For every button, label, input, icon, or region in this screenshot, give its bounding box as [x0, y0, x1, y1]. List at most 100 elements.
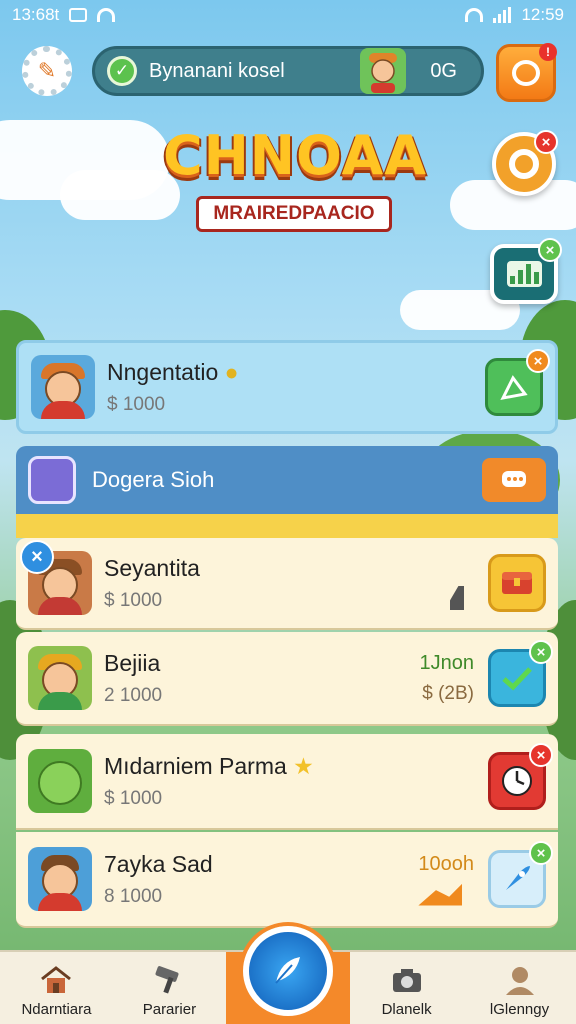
clan-flag-icon: [28, 456, 76, 504]
item-name: 7ayka Sad: [104, 850, 213, 877]
card-amount: $ 1000: [107, 393, 166, 415]
wifi-icon: [97, 8, 116, 22]
divider-strip: [16, 514, 558, 538]
item-meta: 10ooh: [418, 853, 474, 906]
clock-icon: [502, 766, 532, 796]
clan-chat-button[interactable]: [482, 458, 546, 502]
close-badge-icon[interactable]: ×: [529, 743, 553, 767]
map-action-button[interactable]: ×: [485, 349, 550, 416]
check-icon: ✓: [107, 56, 137, 86]
featured-player-card[interactable]: Nngentatio ● $ 1000 ×: [16, 340, 558, 434]
status-bar: 13:68t 12:59: [0, 0, 576, 30]
nav-build[interactable]: Pararier: [113, 952, 226, 1024]
shirt-icon: [38, 893, 82, 911]
card-text: 7ayka Sad 8 1000: [104, 851, 418, 908]
avatar: [28, 847, 92, 911]
nav-camera[interactable]: Dlanelk: [350, 952, 463, 1024]
shirt-icon: [38, 692, 82, 710]
map-icon: [500, 375, 528, 401]
chat-bubble-icon: [502, 471, 526, 487]
avatar-face-icon: [369, 53, 398, 93]
nav-label: Dlanelk: [381, 1001, 432, 1018]
ring-icon: [509, 149, 539, 179]
item-amount: $ 1000: [104, 589, 163, 611]
card-text: Nngentatio ● $ 1000: [107, 359, 485, 416]
shirt-icon: [38, 597, 82, 615]
list-item[interactable]: Mıdarniem Parma ★ $ 1000 ×: [16, 734, 558, 830]
stats-button[interactable]: ×: [490, 238, 562, 304]
close-badge-icon[interactable]: ×: [526, 349, 550, 373]
feather-icon: [275, 957, 300, 984]
remove-badge-icon[interactable]: ×: [20, 540, 54, 574]
nav-label: Ndarntiara: [21, 1001, 92, 1018]
play-button[interactable]: [242, 926, 333, 1016]
close-badge-icon[interactable]: ×: [529, 841, 553, 865]
list-item[interactable]: Bejiia 2 1000 1Jnon $ (2B) ×: [16, 632, 558, 726]
featured-name: Nngentatio: [107, 358, 219, 385]
item-name: Mıdarniem Parma ★: [104, 753, 488, 780]
profile-icon: [505, 967, 534, 995]
close-badge-icon[interactable]: ×: [534, 130, 558, 154]
card-text: Mıdarniem Parma ★ $ 1000: [104, 753, 488, 810]
coin-icon: ●: [224, 358, 239, 385]
item-name: Seyantita: [104, 554, 200, 581]
list-item[interactable]: × Seyantita $ 1000: [16, 538, 558, 630]
card-name: Nngentatio ●: [107, 359, 485, 386]
status-time: 13:68t: [12, 5, 60, 24]
player-profile-bar[interactable]: ✓ Bynanani kosel 0G: [92, 46, 484, 96]
notification-badge: !: [539, 43, 557, 61]
clan-label: Dogera Sioh: [92, 467, 215, 492]
chat-bubble-icon: [512, 60, 540, 86]
clan-header[interactable]: Dogera Sioh: [16, 446, 558, 514]
bar-chart-icon: [506, 261, 542, 287]
card-text: Seyantita $ 1000: [104, 555, 450, 612]
avatar: [28, 749, 92, 813]
spin-reward-button[interactable]: ×: [492, 130, 558, 196]
rocket-icon: [506, 866, 530, 890]
card-text: Bejiia 2 1000: [104, 650, 420, 707]
game-logo-subtitle: MRAIREDPAACIO: [196, 196, 392, 232]
nav-profile[interactable]: lGlenngy: [463, 952, 576, 1024]
timer-button[interactable]: ×: [488, 743, 553, 810]
bottom-nav: Ndarntiara Pararier Dlanelk lGlenngy: [0, 926, 576, 1024]
monster-face-icon: [38, 761, 82, 805]
star-icon: ★: [293, 752, 314, 779]
game-logo-title: CHNOAA: [162, 124, 428, 187]
item-amount: 8 1000: [104, 885, 163, 907]
avatar: [31, 355, 95, 419]
hammer-icon: [155, 966, 179, 994]
status-clock: 12:59: [521, 5, 564, 24]
item-amount: $ 1000: [104, 787, 163, 809]
item-meta: 1Jnon $ (2B): [420, 652, 475, 705]
chat-button[interactable]: !: [496, 43, 557, 102]
boost-button[interactable]: ×: [488, 841, 553, 908]
avatar: [28, 646, 92, 710]
message-icon: [69, 8, 88, 22]
chest-icon: [502, 572, 532, 594]
item-meta-top: 1Jnon: [419, 651, 475, 674]
tag-icon: [450, 586, 464, 610]
item-name-text: Mıdarniem Parma: [104, 752, 287, 779]
checkmark-icon: [502, 667, 532, 691]
shirt-icon: [41, 401, 85, 419]
close-badge-icon[interactable]: ×: [529, 640, 553, 664]
player-score: 0G: [430, 59, 457, 82]
list-item[interactable]: 7ayka Sad 8 1000 10ooh ×: [16, 832, 558, 928]
item-amount: 2 1000: [104, 684, 163, 706]
reward-chest-button[interactable]: [488, 554, 546, 612]
item-name: Bejiia: [104, 649, 161, 676]
signal-icon: [493, 7, 512, 23]
confirm-button[interactable]: ×: [488, 640, 553, 707]
camera-icon: [392, 969, 421, 992]
settings-gear-icon[interactable]: ✎: [22, 46, 72, 96]
item-meta: [450, 556, 474, 610]
wifi-icon: [465, 8, 484, 22]
nav-center[interactable]: [225, 926, 351, 1024]
close-badge-icon[interactable]: ×: [538, 238, 562, 262]
nav-home[interactable]: Ndarntiara: [0, 952, 113, 1024]
home-icon: [41, 966, 72, 993]
nav-label: lGlenngy: [489, 1001, 550, 1018]
flame-icon: [418, 883, 463, 906]
player-avatar[interactable]: [360, 48, 407, 94]
nav-label: Pararier: [142, 1001, 197, 1018]
